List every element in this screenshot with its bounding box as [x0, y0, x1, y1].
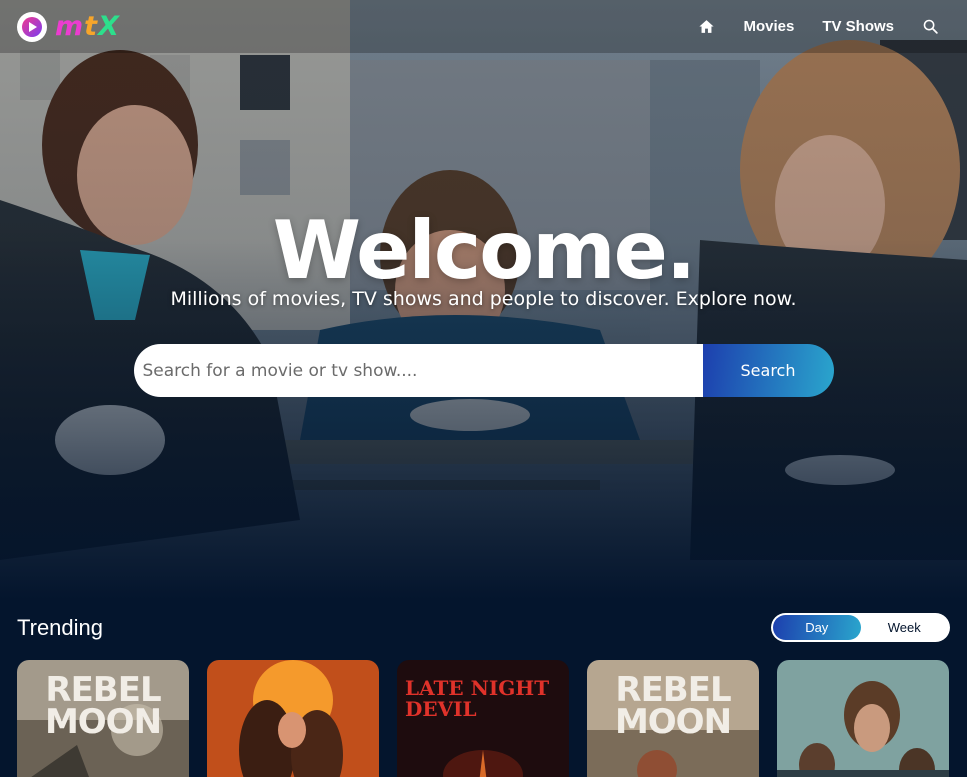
play-logo-icon: [17, 11, 47, 42]
search-icon: [923, 19, 938, 34]
hero-banner: Welcome. Millions of movies, TV shows an…: [0, 0, 967, 600]
tab-week[interactable]: Week: [861, 615, 949, 640]
day-week-switch: Day Week: [771, 613, 950, 642]
logo[interactable]: mtX: [17, 11, 120, 42]
home-icon: [699, 20, 715, 33]
trending-carousel: REBEL MOON LATE NIGHT DEVIL REBEL MOON: [17, 660, 967, 777]
nav-tv-shows[interactable]: TV Shows: [822, 18, 894, 35]
hero-content: Welcome. Millions of movies, TV shows an…: [0, 205, 967, 397]
home-link[interactable]: [698, 18, 715, 35]
nav-movies[interactable]: Movies: [743, 18, 794, 35]
movie-card[interactable]: [207, 660, 379, 777]
logo-text: mtX: [55, 11, 120, 42]
movie-poster: [207, 660, 379, 777]
trending-title: Trending: [17, 614, 104, 640]
poster-title: LATE NIGHT DEVIL: [405, 676, 550, 721]
top-header: mtX Movies TV Shows: [0, 0, 967, 53]
hero-subtitle: Millions of movies, TV shows and people …: [170, 288, 797, 310]
movie-card[interactable]: REBEL MOON: [587, 660, 759, 777]
movie-card[interactable]: REBEL MOON: [17, 660, 189, 777]
hero-search-bar: Search: [133, 344, 834, 397]
movie-card[interactable]: [777, 660, 949, 777]
poster-title: REBEL MOON: [614, 670, 732, 743]
search-input[interactable]: [133, 344, 703, 397]
hero-title: Welcome.: [272, 204, 696, 297]
nav-search-button[interactable]: [922, 18, 939, 35]
tab-day[interactable]: Day: [773, 615, 861, 640]
poster-title: REBEL MOON: [44, 670, 162, 743]
trending-header: Trending Day Week: [17, 612, 950, 643]
movie-card[interactable]: LATE NIGHT DEVIL: [397, 660, 569, 777]
movie-poster: [777, 660, 949, 777]
search-button[interactable]: Search: [702, 344, 834, 397]
main-nav: Movies TV Shows: [698, 18, 950, 35]
